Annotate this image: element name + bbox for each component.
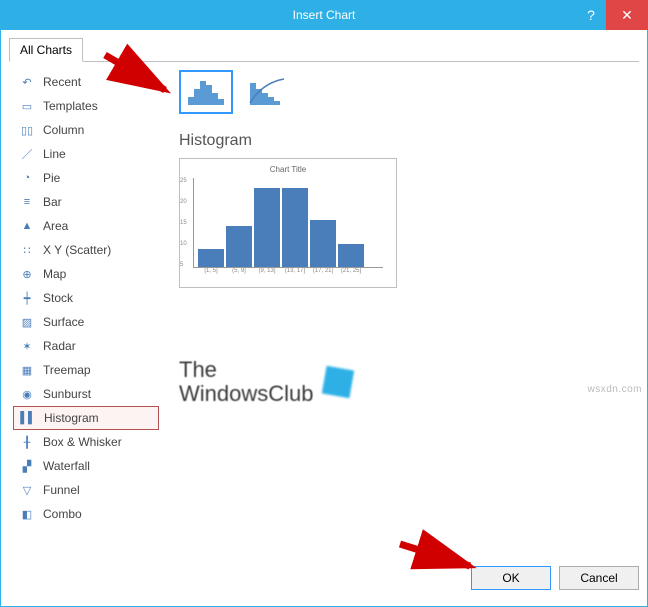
sidebar-item-combo[interactable]: ◧ Combo <box>13 502 159 526</box>
sidebar-item-label: Recent <box>43 75 81 89</box>
sidebar-item-label: Templates <box>43 99 98 113</box>
sidebar-item-templates[interactable]: ▭ Templates <box>13 94 159 118</box>
histogram-icon: ▌▌ <box>20 410 36 426</box>
sidebar-item-area[interactable]: ▲ Area <box>13 214 159 238</box>
bar <box>254 188 280 267</box>
sidebar-item-label: Pie <box>43 171 60 185</box>
sidebar-item-stock[interactable]: ┿ Stock <box>13 286 159 310</box>
radar-icon: ✶ <box>19 338 35 354</box>
sidebar-item-label: X Y (Scatter) <box>43 243 111 257</box>
sidebar-item-label: Map <box>43 267 66 281</box>
chart-type-sidebar: ↶ Recent ▭ Templates ▯▯ Column ／ Line ◔ Pie ≡ Bar ▲ A… <box>9 62 163 558</box>
treemap-icon: ▦ <box>19 362 35 378</box>
sidebar-item-label: Treemap <box>43 363 91 377</box>
sidebar-item-label: Box & Whisker <box>43 435 122 449</box>
histogram-icon <box>186 77 226 107</box>
combo-icon: ◧ <box>19 506 35 522</box>
source-watermark: wsxdn.com <box>587 384 642 395</box>
sidebar-item-surface[interactable]: ▨ Surface <box>13 310 159 334</box>
stock-icon: ┿ <box>19 290 35 306</box>
pareto-icon <box>248 77 288 107</box>
sidebar-item-column[interactable]: ▯▯ Column <box>13 118 159 142</box>
sidebar-item-line[interactable]: ／ Line <box>13 142 159 166</box>
scatter-icon: ∷ <box>19 242 35 258</box>
sidebar-item-treemap[interactable]: ▦ Treemap <box>13 358 159 382</box>
bar <box>282 188 308 267</box>
subtype-histogram[interactable] <box>179 70 233 114</box>
tab-all-charts[interactable]: All Charts <box>9 38 83 62</box>
sidebar-item-label: Sunburst <box>43 387 91 401</box>
sidebar-item-recent[interactable]: ↶ Recent <box>13 70 159 94</box>
x-axis: [1, 5](5, 9](9, 13](13, 17](17, 21](21, … <box>193 268 383 274</box>
sidebar-item-histogram[interactable]: ▌▌ Histogram <box>13 406 159 430</box>
sidebar-item-label: Histogram <box>44 411 99 425</box>
logo-icon <box>321 366 353 398</box>
sidebar-item-label: Radar <box>43 339 76 353</box>
sidebar-item-pie[interactable]: ◔ Pie <box>13 166 159 190</box>
sidebar-item-label: Column <box>43 123 84 137</box>
chart-heading: Histogram <box>179 132 631 150</box>
close-button[interactable]: ✕ <box>606 0 648 30</box>
column-icon: ▯▯ <box>19 122 35 138</box>
sidebar-item-box-whisker[interactable]: ╂ Box & Whisker <box>13 430 159 454</box>
subtype-pareto[interactable] <box>241 70 295 114</box>
sidebar-item-label: Bar <box>43 195 62 209</box>
sidebar-item-label: Combo <box>43 507 82 521</box>
bar <box>310 220 336 267</box>
surface-icon: ▨ <box>19 314 35 330</box>
sunburst-icon: ◉ <box>19 386 35 402</box>
sidebar-item-label: Surface <box>43 315 84 329</box>
sidebar-item-map[interactable]: ⊕ Map <box>13 262 159 286</box>
sidebar-item-label: Funnel <box>43 483 80 497</box>
sidebar-item-sunburst[interactable]: ◉ Sunburst <box>13 382 159 406</box>
sidebar-item-label: Line <box>43 147 66 161</box>
waterfall-icon: ▞ <box>19 458 35 474</box>
map-icon: ⊕ <box>19 266 35 282</box>
titlebar: Insert Chart ? ✕ <box>0 0 648 30</box>
sidebar-item-funnel[interactable]: ▽ Funnel <box>13 478 159 502</box>
bar <box>338 244 364 267</box>
bar-icon: ≡ <box>19 194 35 210</box>
box-icon: ╂ <box>19 434 35 450</box>
area-icon: ▲ <box>19 218 35 234</box>
sidebar-item-bar[interactable]: ≡ Bar <box>13 190 159 214</box>
pie-icon: ◔ <box>19 170 35 186</box>
sidebar-item-waterfall[interactable]: ▞ Waterfall <box>13 454 159 478</box>
window-title: Insert Chart <box>293 8 356 22</box>
help-button[interactable]: ? <box>576 0 606 30</box>
sidebar-item-x-y-scatter-[interactable]: ∷ X Y (Scatter) <box>13 238 159 262</box>
chart-preview[interactable]: Chart Title 252015105 [1, 5](5, 9](9, 13… <box>179 158 397 288</box>
undo-icon: ↶ <box>19 74 35 90</box>
dialog-footer: OK Cancel <box>9 558 639 590</box>
ok-button[interactable]: OK <box>471 566 551 590</box>
sidebar-item-label: Stock <box>43 291 73 305</box>
bar <box>198 249 224 267</box>
sidebar-item-label: Area <box>43 219 68 233</box>
folder-icon: ▭ <box>19 98 35 114</box>
tab-bar: All Charts <box>9 36 639 62</box>
sidebar-item-radar[interactable]: ✶ Radar <box>13 334 159 358</box>
plot-area: 252015105 <box>193 178 383 268</box>
bar <box>226 226 252 267</box>
sidebar-item-label: Waterfall <box>43 459 90 473</box>
line-icon: ／ <box>19 146 35 162</box>
cancel-button[interactable]: Cancel <box>559 566 639 590</box>
funnel-icon: ▽ <box>19 482 35 498</box>
watermark: The WindowsClub <box>179 358 631 406</box>
chart-title: Chart Title <box>270 165 306 174</box>
main-panel: Histogram Chart Title 252015105 [1, 5](5… <box>163 62 639 558</box>
